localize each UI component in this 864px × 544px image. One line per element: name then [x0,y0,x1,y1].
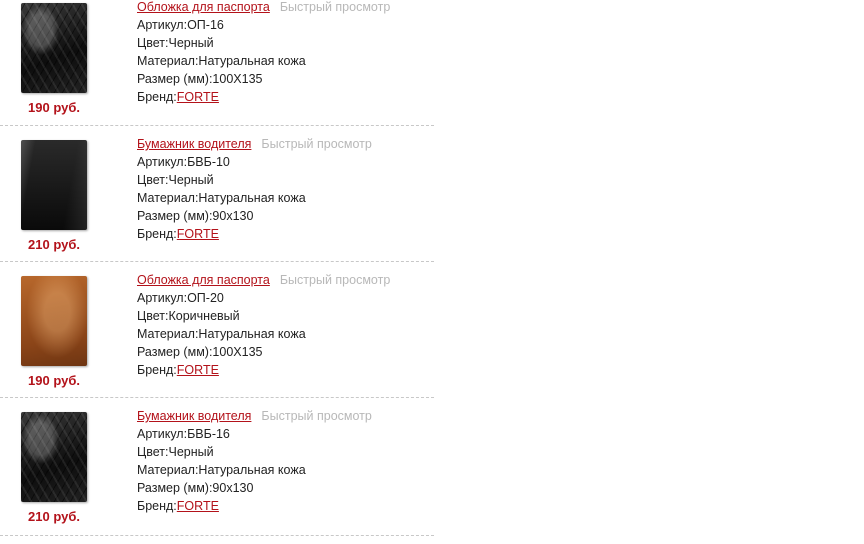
size-label: Размер (мм): [137,72,213,86]
material-label: Материал: [137,54,199,68]
quick-view-link[interactable]: Быстрый просмотр [280,0,390,14]
article-label: Артикул: [137,427,188,441]
brand-label: Бренд: [137,90,177,104]
product-list: 190 руб. Обложка для паспорта Быстрый про… [0,0,434,536]
product-title-link[interactable]: Обложка для паспорта [137,273,270,287]
quick-view-link[interactable]: Быстрый просмотр [261,137,371,151]
quick-view-link[interactable]: Быстрый просмотр [261,409,371,423]
product-title-link[interactable]: Бумажник водителя [137,409,251,423]
size-label: Размер (мм): [137,345,213,359]
size-value: 90х130 [212,209,254,223]
brand-link[interactable]: FORTE [177,227,219,241]
product-image[interactable] [21,3,87,93]
product-size: Размер (мм):100Х135 [137,70,390,88]
product-item: 190 руб. Обложка для паспорта Быстрый про… [0,262,434,398]
product-material: Материал:Натуральная кожа [137,461,372,479]
brand-link[interactable]: FORTE [177,499,219,513]
product-image[interactable] [21,412,87,502]
product-size: Размер (мм):100Х135 [137,343,390,361]
quick-view-link[interactable]: Быстрый просмотр [280,273,390,287]
product-color: Цвет:Черный [137,171,372,189]
product-brand: Бренд:FORTE [137,88,390,106]
product-color: Цвет:Черный [137,443,372,461]
material-value: Натуральная кожа [198,191,306,205]
material-label: Материал: [137,327,199,341]
product-material: Материал:Натуральная кожа [137,189,372,207]
product-brand: Бренд:FORTE [137,497,372,515]
brand-link[interactable]: FORTE [177,90,219,104]
product-size: Размер (мм):90х130 [137,479,372,497]
color-value: Черный [168,445,214,459]
product-item: 190 руб. Обложка для паспорта Быстрый про… [0,0,434,126]
product-info: Обложка для паспорта Быстрый просмотр Арт… [137,0,390,106]
color-value: Коричневый [168,309,240,323]
color-label: Цвет: [137,36,169,50]
size-label: Размер (мм): [137,209,213,223]
product-material: Материал:Натуральная кожа [137,52,390,70]
material-value: Натуральная кожа [198,463,306,477]
article-label: Артикул: [137,155,188,169]
size-value: 100Х135 [212,345,263,359]
article-label: Артикул: [137,291,188,305]
size-label: Размер (мм): [137,481,213,495]
product-color: Цвет:Черный [137,34,390,52]
product-color: Цвет:Коричневый [137,307,390,325]
product-material: Материал:Натуральная кожа [137,325,390,343]
article-value: БВБ-10 [187,155,230,169]
product-title-link[interactable]: Бумажник водителя [137,137,251,151]
product-brand: Бренд:FORTE [137,361,390,379]
color-label: Цвет: [137,309,169,323]
product-price: 210 руб. [28,509,80,524]
product-article: Артикул:БВБ-16 [137,425,372,443]
product-price: 190 руб. [28,100,80,115]
product-brand: Бренд:FORTE [137,225,372,243]
brand-label: Бренд: [137,363,177,377]
material-value: Натуральная кожа [198,54,306,68]
article-label: Артикул: [137,18,188,32]
product-price: 210 руб. [28,237,80,252]
product-info: Бумажник водителя Быстрый просмотр Артику… [137,407,372,515]
product-price: 190 руб. [28,373,80,388]
material-label: Материал: [137,191,199,205]
brand-label: Бренд: [137,499,177,513]
product-article: Артикул:ОП-16 [137,16,390,34]
color-value: Черный [168,173,214,187]
article-value: БВБ-16 [187,427,230,441]
product-article: Артикул:БВБ-10 [137,153,372,171]
product-article: Артикул:ОП-20 [137,289,390,307]
material-label: Материал: [137,463,199,477]
article-value: ОП-20 [187,291,224,305]
product-image[interactable] [21,140,87,230]
product-item: 210 руб. Бумажник водителя Быстрый просмо… [0,126,434,262]
color-label: Цвет: [137,173,169,187]
article-value: ОП-16 [187,18,224,32]
product-size: Размер (мм):90х130 [137,207,372,225]
size-value: 100Х135 [212,72,263,86]
brand-label: Бренд: [137,227,177,241]
product-title-link[interactable]: Обложка для паспорта [137,0,270,14]
product-image[interactable] [21,276,87,366]
color-value: Черный [168,36,214,50]
material-value: Натуральная кожа [198,327,306,341]
brand-link[interactable]: FORTE [177,363,219,377]
product-info: Бумажник водителя Быстрый просмотр Артику… [137,135,372,243]
product-info: Обложка для паспорта Быстрый просмотр Арт… [137,271,390,379]
size-value: 90х130 [212,481,254,495]
product-item: 210 руб. Бумажник водителя Быстрый просмо… [0,398,434,536]
color-label: Цвет: [137,445,169,459]
